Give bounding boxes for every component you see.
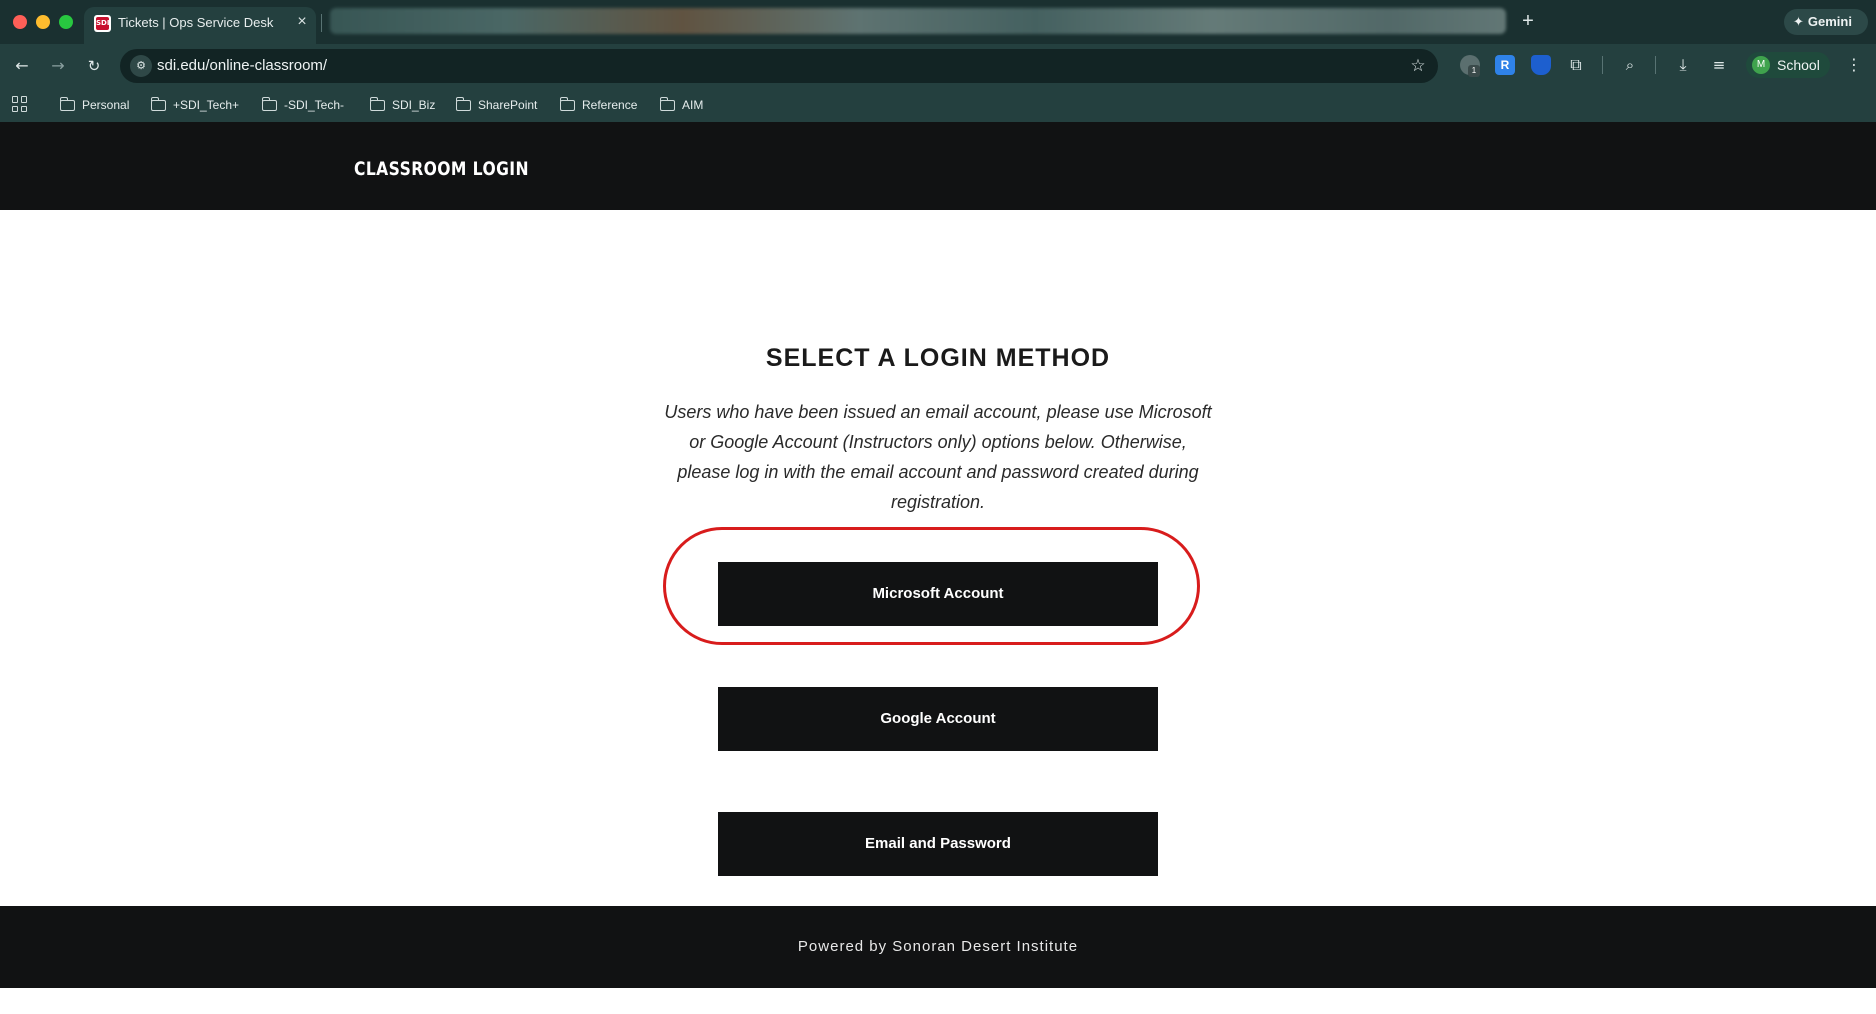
bookmark-folder-sdi-tech-minus[interactable]: -SDI_Tech- [261,95,345,115]
window-maximize-button[interactable] [59,15,73,29]
profile-button[interactable]: M School [1746,52,1830,78]
tab-favicon-icon: SDI [94,15,111,32]
bookmark-label: Reference [582,98,638,112]
folder-icon [659,96,675,111]
bookmark-label: SharePoint [478,98,538,112]
bookmark-folder-reference[interactable]: Reference [559,95,638,115]
sparkle-icon: ✦ [1793,15,1804,30]
favicon-text: SDI [96,17,109,30]
reading-list-icon[interactable]: ≡ [1709,55,1729,75]
google-account-button[interactable]: Google Account [718,687,1158,751]
folder-icon [369,96,385,111]
toolbar-divider [1602,56,1603,74]
page-title: CLASSROOM LOGIN [354,158,529,180]
site-header: CLASSROOM LOGIN [0,122,1876,210]
folder-icon [455,96,471,111]
bookmark-folder-personal[interactable]: Personal [59,95,130,115]
kebab-menu-icon[interactable]: ⋮ [1844,53,1864,77]
folder-icon [559,96,575,111]
url-text[interactable]: sdi.edu/online-classroom/ [157,57,327,74]
extension-r-icon[interactable]: R [1495,55,1515,75]
bookmark-label: SDI_Biz [392,98,436,112]
tab-strip: SDI Tickets | Ops Service Desk × + ✦ Gemi… [0,0,1876,44]
star-icon[interactable]: ☆ [1406,54,1430,78]
tab-title: Tickets | Ops Service Desk [118,15,274,30]
blurred-tabs[interactable] [330,8,1506,34]
bookmark-folder-sdi-biz[interactable]: SDI_Biz [369,95,436,115]
window-minimize-button[interactable] [36,15,50,29]
gemini-button[interactable]: ✦ Gemini [1784,9,1868,35]
bookmark-folder-sharepoint[interactable]: SharePoint [455,95,538,115]
address-bar[interactable]: ⚙ sdi.edu/online-classroom/ ☆ [120,49,1438,83]
bookmark-label: -SDI_Tech- [284,98,345,112]
bookmark-label: +SDI_Tech+ [173,98,240,112]
bookmark-label: Personal [82,98,130,112]
window-close-button[interactable] [13,15,27,29]
avatar: M [1752,56,1770,74]
folder-icon [261,96,277,111]
email-password-button[interactable]: Email and Password [718,812,1158,876]
browser-tab-active[interactable]: SDI Tickets | Ops Service Desk × [84,7,316,44]
browser-chrome: SDI Tickets | Ops Service Desk × + ✦ Gemi… [0,0,1876,122]
puzzle-extensions-icon[interactable]: ⧉ [1566,55,1586,75]
page-content: CLASSROOM LOGIN SELECT A LOGIN METHOD Us… [0,122,1876,1014]
gemini-label: Gemini [1807,14,1852,29]
toolbar-divider [1655,56,1656,74]
download-icon[interactable]: ⤓ [1673,55,1693,75]
back-arrow-icon[interactable]: ← [10,54,34,78]
profile-name: School [1777,57,1820,73]
bookmark-label: AIM [682,98,704,112]
apps-grid-icon[interactable] [12,96,28,112]
folder-icon [59,96,75,111]
bookmarks-bar: Personal +SDI_Tech+ -SDI_Tech- SDI_Biz S… [0,88,1876,122]
browser-toolbar: ← → ↻ ⚙ sdi.edu/online-classroom/ ☆ [0,44,1876,88]
tab-close-icon[interactable]: × [292,12,312,32]
login-heading: SELECT A LOGIN METHOD [765,344,1111,372]
login-description: Users who have been issued an email acco… [664,402,1212,512]
reload-icon[interactable]: ↻ [82,54,106,78]
bookmark-folder-aim[interactable]: AIM [659,95,704,115]
forward-arrow-icon[interactable]: → [46,54,70,78]
folder-icon [150,96,166,111]
bookmark-folder-sdi-tech-plus[interactable]: +SDI_Tech+ [150,95,240,115]
site-info-icon[interactable]: ⚙ [130,55,152,77]
bitwarden-shield-icon[interactable] [1531,55,1551,75]
extension-badge: 1 [1468,65,1480,77]
site-footer: Powered by Sonoran Desert Institute [0,906,1876,988]
search-tab-icon[interactable]: ⌕ [1620,55,1640,75]
microsoft-account-button[interactable]: Microsoft Account [718,562,1158,626]
tab-divider [321,14,322,32]
new-tab-button[interactable]: + [1517,9,1539,33]
footer-text: Powered by Sonoran Desert Institute [797,938,1079,955]
